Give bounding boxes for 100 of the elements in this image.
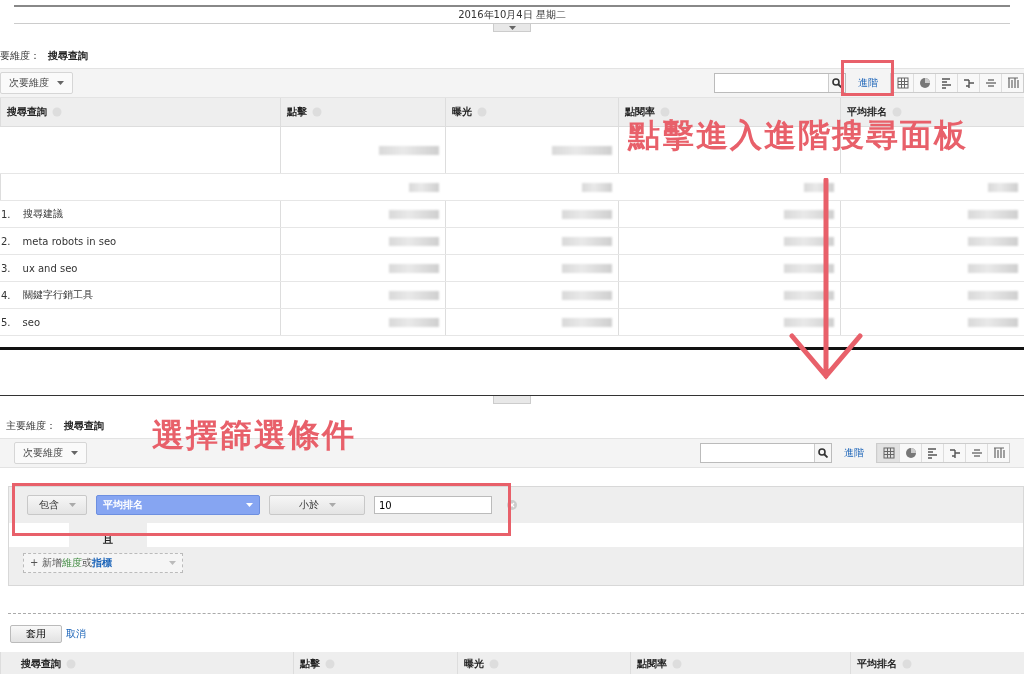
apply-button[interactable]: 套用 — [10, 625, 62, 643]
advanced-link[interactable]: 進階 — [852, 76, 884, 90]
column-title: 搜尋查詢 — [21, 657, 61, 671]
blurred-value — [784, 317, 834, 327]
caret-icon — [71, 451, 78, 455]
blurred-value — [784, 290, 834, 300]
column-title: 點擊 — [287, 105, 307, 119]
view-button[interactable] — [877, 444, 899, 462]
column-header[interactable]: 搜尋查詢 — [0, 652, 293, 674]
query-link[interactable]: seo — [22, 316, 41, 328]
blurred-value — [582, 182, 612, 192]
operator-dropdown[interactable]: 小於 — [269, 495, 365, 515]
column-header[interactable]: 曝光 — [457, 652, 630, 674]
row-number: 1. — [1, 208, 11, 220]
dimension-value: 搜尋查詢 — [48, 49, 88, 63]
secondary-dimension-dropdown[interactable]: 次要維度 — [0, 72, 73, 94]
include-dropdown[interactable]: 包含 — [27, 495, 87, 515]
secondary-dimension-dropdown[interactable]: 次要維度 — [14, 442, 87, 464]
search-field[interactable] — [700, 443, 832, 463]
comparison-icon — [962, 77, 975, 89]
column-title: 點擊 — [300, 657, 320, 671]
blurred-value — [562, 209, 612, 219]
highlight-frame — [841, 60, 894, 96]
caret-icon — [508, 25, 516, 30]
blurred-value — [968, 263, 1018, 273]
collapse-tab[interactable] — [493, 24, 531, 32]
blurred-value — [409, 182, 439, 192]
column-title: 點閱率 — [637, 657, 667, 671]
column-title: 平均排名 — [857, 657, 897, 671]
view-button[interactable] — [957, 74, 979, 92]
blurred-value — [562, 317, 612, 327]
blurred-value — [389, 236, 439, 246]
blurred-value — [552, 145, 612, 155]
search-icon — [832, 78, 842, 88]
search-icon — [818, 448, 828, 458]
blurred-value — [389, 209, 439, 219]
bar-chart-icon — [926, 447, 939, 459]
add-filter-dropdown[interactable]: + 新增維度或指標 — [23, 553, 183, 573]
blurred-value — [379, 145, 439, 155]
view-button[interactable] — [899, 444, 921, 462]
value-field[interactable]: 10 — [374, 496, 492, 514]
column-title: 曝光 — [452, 105, 472, 119]
remove-icon[interactable] — [507, 500, 517, 510]
pie-chart-icon — [918, 77, 931, 89]
view-button[interactable] — [921, 444, 943, 462]
blurred-value — [562, 290, 612, 300]
blurred-value — [562, 236, 612, 246]
blurred-value — [968, 317, 1018, 327]
query-link[interactable]: 搜尋建議 — [22, 207, 63, 221]
blurred-value — [784, 209, 834, 219]
date-label: 2016年10月4日 星期二 — [458, 8, 566, 22]
caret-icon — [169, 561, 176, 565]
caret-icon — [57, 81, 64, 85]
annotation-text: 選擇篩選條件 — [152, 415, 356, 456]
dimension-label: 主要維度： — [6, 419, 56, 433]
row-number: 5. — [1, 316, 11, 328]
view-button[interactable] — [1001, 74, 1023, 92]
column-header[interactable]: 搜尋查詢 — [0, 98, 280, 126]
view-button[interactable] — [987, 444, 1009, 462]
query-link[interactable]: meta robots in seo — [22, 235, 117, 247]
row-number: 2. — [1, 235, 11, 247]
table-icon — [896, 77, 909, 89]
view-button[interactable] — [935, 74, 957, 92]
column-title: 搜尋查詢 — [7, 105, 47, 119]
table-icon — [882, 447, 895, 459]
column-title: 平均排名 — [847, 105, 887, 119]
column-header[interactable]: 點擊 — [280, 98, 445, 126]
caret-icon — [328, 503, 336, 507]
comparison-icon — [948, 447, 961, 459]
dimension-label: 要維度： — [0, 49, 40, 63]
column-title: 曝光 — [464, 657, 484, 671]
query-link[interactable]: 關鍵字行銷工具 — [22, 288, 93, 302]
blurred-value — [389, 317, 439, 327]
cancel-link[interactable]: 取消 — [64, 627, 88, 641]
blurred-value — [784, 263, 834, 273]
blurred-value — [804, 182, 834, 192]
blurred-value — [562, 263, 612, 273]
row-number: 3. — [1, 262, 11, 274]
column-title: 點閱率 — [625, 105, 655, 119]
column-header[interactable]: 點閱率 — [630, 652, 850, 674]
view-button[interactable] — [979, 74, 1001, 92]
view-button[interactable] — [913, 74, 935, 92]
row-number: 4. — [1, 289, 11, 301]
advanced-link[interactable]: 進階 — [838, 446, 870, 460]
column-header[interactable]: 曝光 — [445, 98, 618, 126]
column-header[interactable]: 點擊 — [293, 652, 457, 674]
dimension-value: 搜尋查詢 — [64, 419, 104, 433]
blurred-value — [389, 290, 439, 300]
search-field[interactable] — [714, 73, 846, 93]
blurred-value — [968, 290, 1018, 300]
pie-chart-icon — [904, 447, 917, 459]
blurred-value — [968, 236, 1018, 246]
blurred-value — [389, 263, 439, 273]
caret-icon — [68, 503, 76, 507]
view-button[interactable] — [943, 444, 965, 462]
blurred-value — [968, 209, 1018, 219]
view-button[interactable] — [965, 444, 987, 462]
column-header[interactable]: 平均排名 — [850, 652, 1024, 674]
query-link[interactable]: ux and seo — [22, 262, 78, 274]
caret-icon — [246, 503, 253, 507]
